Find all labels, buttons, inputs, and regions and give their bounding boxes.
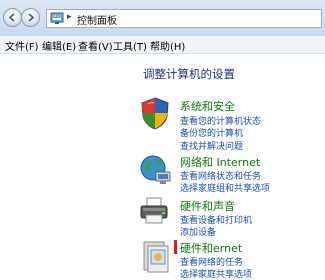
arrow-left-icon (8, 13, 15, 22)
category-title-network-internet[interactable]: 网络和 Internet (180, 154, 260, 170)
category-title-system-security[interactable]: 系统和安全 (180, 98, 235, 114)
link-add-device[interactable]: 添加设备 (180, 225, 216, 238)
menu-bar: 文件(F) 编辑(E) 查看(V) 工具(T) 帮助(H) (0, 36, 325, 54)
address-toolbar: ▸ 控制面板 (0, 0, 325, 36)
highlight-marker (174, 240, 177, 254)
menu-file[interactable]: 文件(F) (5, 38, 39, 53)
printer-icon[interactable] (138, 196, 172, 226)
link-backup-computer[interactable]: 备份您的计算机 (180, 126, 243, 139)
forward-button[interactable] (21, 8, 40, 27)
menu-edit[interactable]: 编辑(E) (42, 38, 76, 53)
arrow-right-icon (28, 13, 35, 22)
menu-help[interactable]: 帮助(H) (150, 38, 185, 53)
control-panel-content: 调整计算机的设置 系统和安全 查看您的计算机状态 备份您的计算机 查找并解决问题… (0, 54, 325, 280)
link-troubleshoot[interactable]: 查找并解决问题 (180, 139, 243, 152)
link-homegroup-options[interactable]: 选择家庭共享选项 (180, 267, 252, 280)
category-title-hardware-sound[interactable]: 硬件和声音 (180, 198, 235, 214)
back-button[interactable] (3, 8, 22, 27)
page-title: 调整计算机的设置 (143, 67, 235, 81)
link-homegroup-sharing[interactable]: 选择家庭组和共享选项 (180, 181, 270, 194)
category-title-fourth[interactable]: 硬件和ernet (180, 240, 242, 256)
breadcrumb-separator: ▸ (67, 12, 72, 22)
programs-icon[interactable] (142, 236, 174, 274)
control-panel-icon (50, 12, 64, 24)
address-field[interactable]: ▸ 控制面板 (46, 9, 322, 28)
breadcrumb[interactable]: 控制面板 (77, 12, 117, 27)
network-globe-icon[interactable] (138, 152, 172, 186)
menu-view[interactable]: 查看(V) (78, 38, 113, 53)
menu-tools[interactable]: 工具(T) (113, 38, 147, 53)
shield-icon[interactable] (139, 96, 171, 130)
